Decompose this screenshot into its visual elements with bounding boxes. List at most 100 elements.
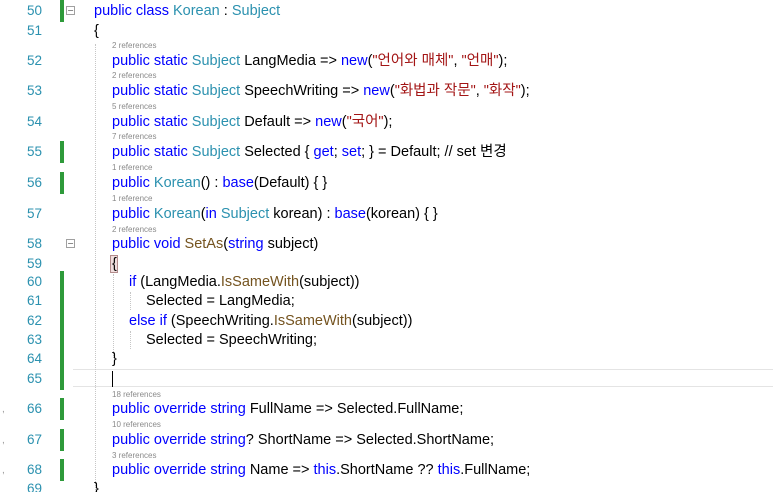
code-token: this [313,462,337,478]
line-number: 64 [26,351,42,366]
code-token: Subject [191,144,241,160]
code-text: public override string FullName => Selec… [112,398,463,420]
code-line[interactable]: 54 public static Subject Default => new(… [0,111,773,133]
code-token: public class [94,3,173,19]
code-token: public static [112,114,192,130]
code-token: subject) [263,236,319,252]
code-token: Subject [191,83,241,99]
code-line[interactable]: 64 } [0,348,773,370]
code-token: "언매" [461,53,499,69]
codelens-references[interactable]: 7 references [112,132,156,141]
change-indicator [60,172,64,194]
code-token: () : [200,175,223,191]
codelens-references[interactable]: 2 references [112,71,156,80]
code-line[interactable]: 61 Selected = LangMedia; [0,290,773,312]
change-indicator [60,0,64,22]
code-line[interactable]: 56 public Korean() : base(Default) { } [0,172,773,194]
code-line[interactable]: 69 } [0,478,773,492]
code-token: LangMedia => [240,53,341,69]
change-indicator [60,368,64,390]
code-token: , [475,83,484,99]
code-token: in [205,206,221,222]
code-token: public static [112,83,192,99]
code-token: new [315,114,342,130]
code-token: .FullName; [460,462,531,478]
code-token: set [341,144,362,160]
code-token: (Default) { } [253,175,328,191]
code-token: string [228,236,264,252]
code-editor[interactable]: 50 − public class Korean : Subject 51 { … [0,0,773,492]
code-token: Default => [240,114,316,130]
code-text: { [94,20,99,42]
line-number: 54 [26,114,42,129]
code-line[interactable]: 50 − public class Korean : Subject [0,0,773,22]
code-token: FullName => Selected.FullName; [249,401,464,417]
line-number: 65 [26,371,42,386]
codelens-references[interactable]: 10 references [112,420,161,429]
code-text: } [112,348,117,370]
code-token: new [340,53,368,69]
collapse-toggle-icon[interactable]: − [66,239,75,248]
code-token: Selected = SpeechWriting; [146,332,318,348]
code-token: { [112,256,117,272]
code-token: ); [498,53,508,69]
code-token: "화작" [483,83,521,99]
code-token: Subject [231,3,281,19]
code-token: SpeechWriting => [240,83,364,99]
code-line[interactable]: 53 public static Subject SpeechWriting =… [0,80,773,102]
line-number: 53 [26,83,42,98]
code-token: Korean [153,206,201,222]
code-text: public static Subject LangMedia => new("… [112,50,507,72]
line-number: 50 [26,3,42,18]
line-number: 66 [26,401,42,416]
code-token: } [112,351,117,367]
code-token: "국어" [346,114,384,130]
codelens-references[interactable]: 5 references [112,102,156,111]
code-token: ); [383,114,393,130]
code-token: public override string [112,462,250,478]
code-line[interactable]: 55 public static Subject Selected { get;… [0,141,773,163]
code-line[interactable]: 66 , public override string FullName => … [0,398,773,420]
code-text: public static Subject SpeechWriting => n… [112,80,530,102]
code-token: .ShortName ?? [336,462,438,478]
code-line[interactable]: 65 [0,368,773,390]
codelens-references[interactable]: 1 reference [112,194,152,203]
code-token: public static [112,53,192,69]
code-token: new [363,83,390,99]
change-indicator [60,141,64,163]
code-token: korean) : [269,206,335,222]
code-text: public static Subject Default => new("국어… [112,111,392,133]
line-number: 67 [26,432,42,447]
code-text: public class Korean : Subject [94,0,280,22]
change-indicator [60,429,64,451]
margin-marker: , [2,435,5,446]
code-line[interactable]: 51 { [0,20,773,42]
code-line[interactable]: 67 , public override string? ShortName =… [0,429,773,451]
code-token: else if [129,313,167,329]
code-line[interactable]: 57 public Korean(in Subject korean) : ba… [0,203,773,225]
codelens-references[interactable]: 2 references [112,41,156,50]
code-token: get [313,144,334,160]
code-token: base [334,206,366,222]
code-token: public override string [112,432,246,448]
code-text: public Korean(in Subject korean) : base(… [112,203,438,225]
line-number: 52 [26,53,42,68]
code-token: (LangMedia. [136,274,221,290]
code-line[interactable]: 58 − public void SetAs(string subject) [0,233,773,255]
code-token: public override string [112,401,250,417]
collapse-toggle-icon[interactable]: − [66,6,75,15]
code-token: Name => [249,462,314,478]
code-line[interactable]: 52 public static Subject LangMedia => ne… [0,50,773,72]
code-text: public override string? ShortName => Sel… [112,429,494,451]
code-text: public static Subject Selected { get; se… [112,141,507,163]
change-indicator [60,348,64,370]
line-number: 55 [26,144,42,159]
line-number: 57 [26,206,42,221]
code-token: ; [333,144,342,160]
code-token: SetAs [184,236,224,252]
text-caret [112,371,113,387]
code-token: "언어와 매체" [372,53,454,69]
code-token: ? ShortName => Selected.ShortName; [245,432,495,448]
codelens-references[interactable]: 1 reference [112,163,152,172]
code-token: (subject)) [351,313,413,329]
